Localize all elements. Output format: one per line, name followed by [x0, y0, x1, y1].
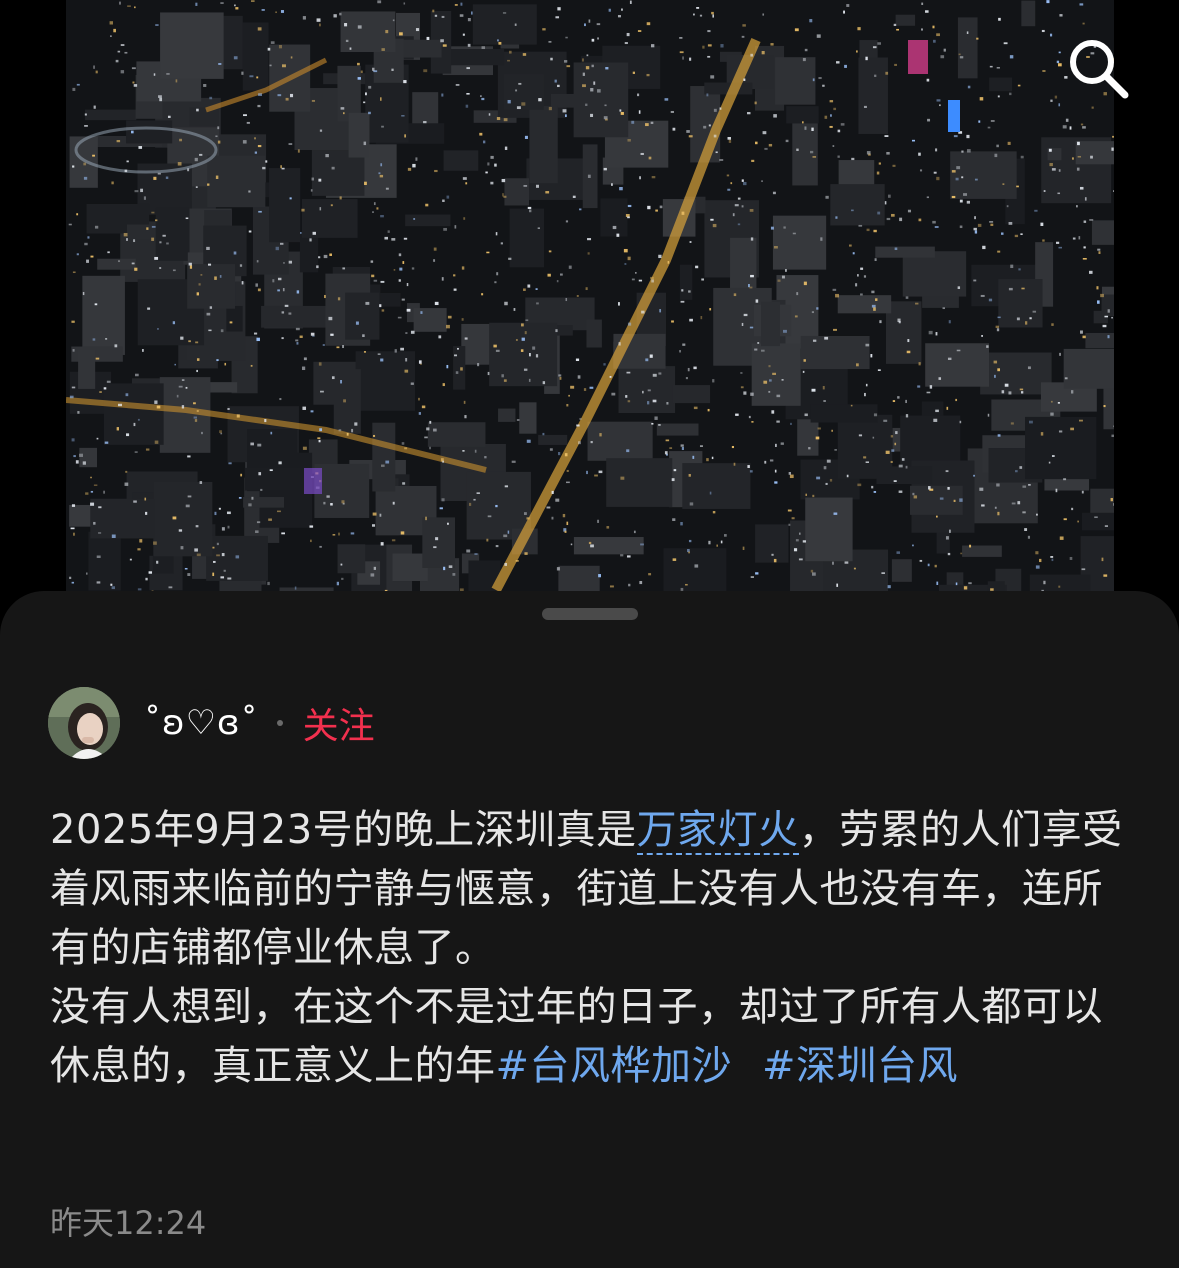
- night-city-image: [66, 0, 1114, 600]
- hashtag-link[interactable]: #深圳台风: [762, 1043, 958, 1089]
- post-body: 2025年9月23号的晚上深圳真是万家灯火，劳累的人们享受着风雨来临前的宁静与惬…: [50, 801, 1135, 1096]
- post-timestamp: 昨天12:24: [50, 1204, 207, 1242]
- separator-dot: [276, 720, 283, 726]
- avatar[interactable]: [48, 687, 120, 759]
- keyword-link[interactable]: 万家灯火: [636, 807, 799, 855]
- author-row: ˚ʚ♡ɞ˚ 关注: [48, 687, 375, 759]
- post-paragraph-2: 没有人想到，在这个不是过年的日子，却过了所有人都可以休息的，真正意义上的年#台风…: [50, 978, 1135, 1096]
- post-detail-sheet: ˚ʚ♡ɞ˚ 关注 2025年9月23号的晚上深圳真是万家灯火，劳累的人们享受着风…: [0, 591, 1179, 1268]
- hashtag-link[interactable]: #台风桦加沙: [496, 1043, 733, 1089]
- sheet-grabber[interactable]: [542, 608, 638, 620]
- avatar-image: [48, 687, 120, 759]
- post-text-segment: 2025年9月23号的晚上深圳真是: [50, 807, 637, 853]
- post-photo[interactable]: [66, 0, 1114, 600]
- post-paragraph-1: 2025年9月23号的晚上深圳真是万家灯火，劳累的人们享受着风雨来临前的宁静与惬…: [50, 801, 1135, 978]
- screen: ˚ʚ♡ɞ˚ 关注 2025年9月23号的晚上深圳真是万家灯火，劳累的人们享受着风…: [0, 0, 1179, 1268]
- search-icon: [1070, 40, 1129, 99]
- author-name[interactable]: ˚ʚ♡ɞ˚: [144, 703, 259, 743]
- follow-button[interactable]: 关注: [303, 697, 375, 749]
- search-button[interactable]: [1058, 28, 1138, 108]
